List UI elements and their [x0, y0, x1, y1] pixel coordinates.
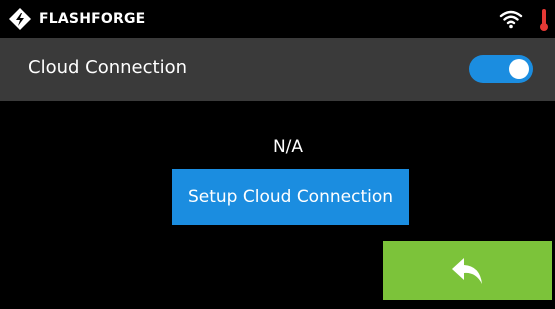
cloud-connection-toggle[interactable] — [469, 55, 533, 83]
status-bar: FLASHFORGE — [0, 0, 555, 38]
flashforge-logo-icon — [9, 8, 31, 30]
wifi-icon — [499, 10, 523, 29]
thermometer-icon — [540, 9, 548, 31]
connection-status-text: N/A — [272, 137, 304, 157]
back-arrow-icon — [451, 257, 482, 284]
toggle-knob — [509, 59, 529, 79]
brand-name: FLASHFORGE — [39, 11, 146, 27]
cloud-connection-label: Cloud Connection — [28, 57, 187, 78]
brand: FLASHFORGE — [8, 7, 145, 31]
setup-cloud-connection-button[interactable]: Setup Cloud Connection — [172, 169, 409, 225]
back-button[interactable] — [383, 241, 552, 300]
cloud-connection-row: Cloud Connection — [0, 38, 555, 101]
